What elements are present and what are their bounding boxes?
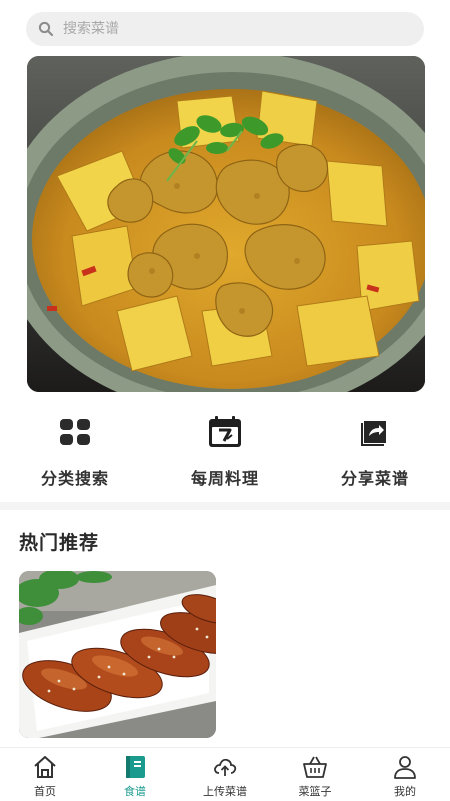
tab-label: 首页 — [34, 785, 56, 798]
search-icon — [38, 21, 54, 37]
tab-upload-recipe[interactable]: 上传菜谱 — [180, 748, 270, 801]
recommended-recipe-card[interactable] — [19, 571, 216, 738]
feature-shortcuts: 分类搜索 每周料理 分享菜谱 — [0, 405, 450, 500]
upload-cloud-icon — [214, 758, 237, 776]
tab-basket[interactable]: 菜篮子 — [270, 748, 360, 801]
tab-label: 菜篮子 — [298, 785, 332, 798]
calendar-icon — [209, 416, 241, 447]
chicken-wings-image — [19, 571, 216, 738]
feature-label: 分享菜谱 — [340, 469, 409, 488]
curry-dish-image — [27, 56, 425, 392]
search-input[interactable] — [61, 20, 395, 38]
tab-profile[interactable]: 我的 — [360, 748, 450, 801]
tab-label: 我的 — [394, 785, 416, 798]
tab-recipes[interactable]: 食谱 — [90, 748, 180, 801]
section-title: 热门推荐 — [19, 532, 100, 554]
hero-banner-image[interactable] — [27, 56, 425, 392]
bottom-tab-bar: 首页 食谱 上传菜谱 菜篮子 我的 — [0, 747, 450, 801]
book-icon — [126, 756, 145, 778]
grid-icon — [60, 419, 90, 445]
feature-label: 分类搜索 — [40, 469, 109, 488]
tab-label: 上传菜谱 — [203, 785, 247, 798]
basket-icon — [303, 756, 327, 778]
home-icon — [34, 756, 56, 778]
search-bar[interactable] — [26, 12, 424, 46]
share-icon — [361, 421, 386, 446]
section-divider — [0, 502, 450, 510]
category-search-button[interactable]: 分类搜索 — [0, 405, 150, 500]
tab-home[interactable]: 首页 — [0, 748, 90, 801]
user-icon — [394, 756, 416, 779]
weekly-recipe-button[interactable]: 每周料理 — [150, 405, 300, 500]
feature-label: 每周料理 — [190, 469, 259, 488]
share-recipe-button[interactable]: 分享菜谱 — [300, 405, 450, 500]
tab-label: 食谱 — [124, 785, 146, 798]
